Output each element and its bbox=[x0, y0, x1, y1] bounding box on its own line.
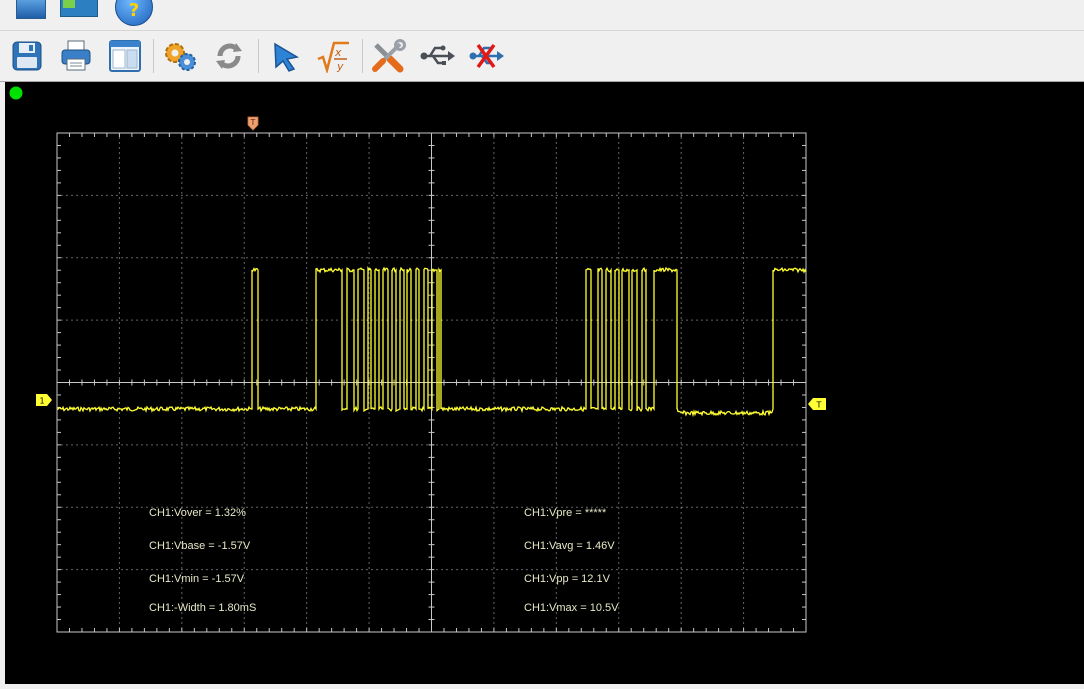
svg-text:x: x bbox=[334, 46, 342, 59]
cursor-arrow-icon bbox=[274, 42, 300, 72]
tools-button[interactable] bbox=[369, 36, 407, 76]
math-function-button[interactable]: x y bbox=[314, 36, 352, 76]
status-strip bbox=[0, 684, 1084, 689]
trigger-level-marker[interactable]: T bbox=[808, 398, 826, 410]
waveform-canvas[interactable]: T 1 T CH1:Vover = 1.32% CH1:Vbase = -1.5… bbox=[5, 82, 1084, 684]
svg-text:1: 1 bbox=[39, 397, 44, 406]
math-fx-icon: x y bbox=[317, 41, 349, 73]
ch1-waveform-trace bbox=[56, 265, 807, 418]
toolbar-separator bbox=[362, 39, 363, 73]
wrench-screwdriver-icon bbox=[372, 39, 406, 73]
window-layout-icon bbox=[109, 40, 141, 72]
refresh-icon bbox=[216, 43, 242, 69]
refresh-button[interactable] bbox=[210, 36, 248, 76]
main-toolbar: x y bbox=[0, 31, 1084, 82]
window-blue-icon[interactable] bbox=[16, 0, 46, 19]
settings-button[interactable] bbox=[161, 36, 199, 76]
floppy-disk-icon bbox=[12, 41, 42, 71]
measurement-vavg: CH1:Vavg = 1.46V bbox=[524, 540, 615, 552]
measurement-neg-width: CH1:-Width = 1.80mS bbox=[149, 602, 256, 614]
svg-text:T: T bbox=[250, 118, 256, 127]
print-button[interactable] bbox=[57, 36, 95, 76]
top-menu-strip: ? bbox=[0, 0, 1084, 31]
toolbar-separator bbox=[258, 39, 259, 73]
save-button[interactable] bbox=[8, 36, 46, 76]
svg-text:T: T bbox=[816, 401, 822, 410]
printer-icon bbox=[61, 40, 91, 71]
measurement-vmax: CH1:Vmax = 10.5V bbox=[524, 602, 619, 614]
measurement-vmin: CH1:Vmin = -1.57V bbox=[149, 573, 245, 585]
trigger-position-marker[interactable]: T bbox=[247, 116, 259, 131]
help-icon[interactable]: ? bbox=[115, 0, 153, 26]
measurement-vpp: CH1:Vpp = 12.1V bbox=[524, 573, 611, 585]
scope-display[interactable]: T 1 T CH1:Vover = 1.32% CH1:Vbase = -1.5… bbox=[5, 82, 1084, 684]
window-tiles-icon[interactable] bbox=[60, 0, 98, 17]
gears-icon bbox=[165, 43, 196, 71]
run-status-indicator bbox=[9, 86, 23, 100]
usb-disconnect-icon bbox=[469, 43, 504, 69]
measurements-right: CH1:Vpre = ***** CH1:Vavg = 1.46V CH1:Vp… bbox=[524, 507, 619, 614]
graticule bbox=[56, 132, 807, 633]
usb-disconnect-button[interactable] bbox=[467, 36, 505, 76]
ch1-level-marker[interactable]: 1 bbox=[36, 394, 52, 406]
measurements-left: CH1:Vover = 1.32% CH1:Vbase = -1.57V CH1… bbox=[149, 507, 256, 614]
toolbar-separator bbox=[153, 39, 154, 73]
cursor-button[interactable] bbox=[266, 36, 304, 76]
measurement-vbase: CH1:Vbase = -1.57V bbox=[149, 540, 251, 552]
measurement-vpre: CH1:Vpre = ***** bbox=[524, 507, 607, 519]
window-layout-button[interactable] bbox=[106, 36, 144, 76]
measurement-vover: CH1:Vover = 1.32% bbox=[149, 507, 246, 519]
svg-text:y: y bbox=[336, 60, 344, 73]
usb-icon bbox=[420, 45, 455, 65]
usb-connect-button[interactable] bbox=[418, 36, 456, 76]
